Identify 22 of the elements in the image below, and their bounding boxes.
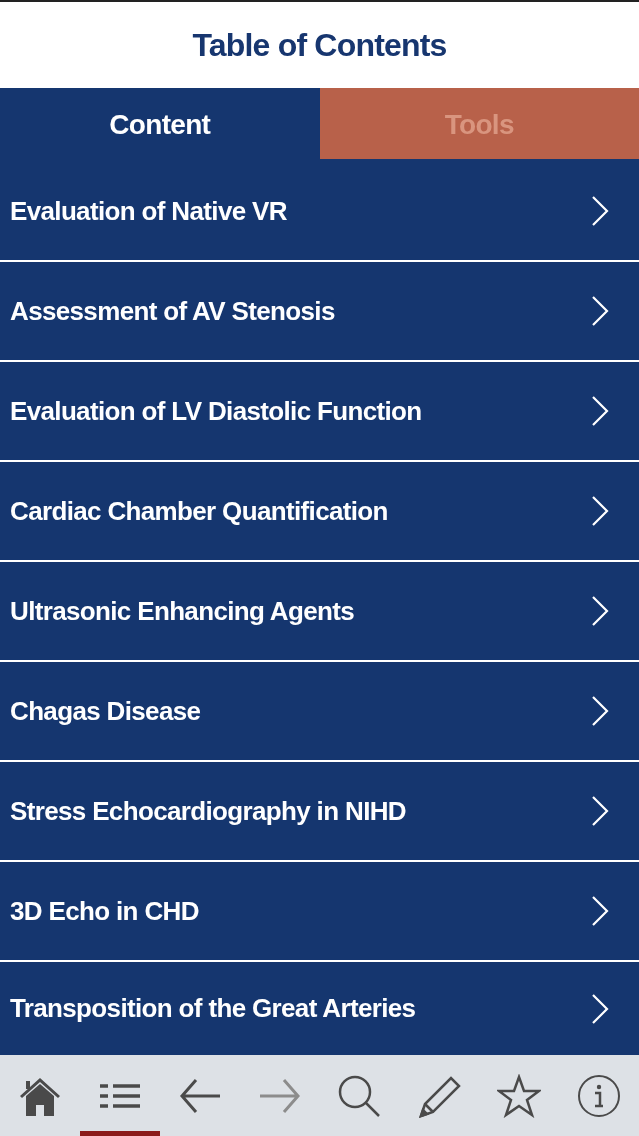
search-icon (337, 1073, 382, 1118)
chevron-right-icon (591, 496, 609, 526)
chevron-right-icon (591, 596, 609, 626)
item-title: Assessment of AV Stenosis (10, 294, 335, 328)
chevron-right-icon (591, 696, 609, 726)
item-title: Stress Echocardiography in NIHD (10, 794, 406, 828)
item-title: Ultrasonic Enhancing Agents (10, 594, 355, 628)
star-icon (497, 1073, 542, 1118)
item-title: Transposition of the Great Arteries (10, 992, 416, 1025)
chevron-right-icon (591, 993, 609, 1024)
chevron-right-icon (591, 296, 609, 326)
chevron-right-icon (591, 196, 609, 226)
item-title: 3D Echo in CHD (10, 894, 199, 928)
item-title: Evaluation of Native VR (10, 194, 287, 228)
chevron-right-icon (591, 396, 609, 426)
page-title: Table of Contents (192, 26, 447, 65)
item-title: Chagas Disease (10, 694, 201, 728)
chevron-right-icon (591, 796, 609, 826)
info-icon (577, 1073, 622, 1118)
item-title: Evaluation of LV Diastolic Function (10, 394, 422, 428)
chevron-right-icon (591, 896, 609, 926)
item-title: Cardiac Chamber Quantification (10, 494, 388, 528)
